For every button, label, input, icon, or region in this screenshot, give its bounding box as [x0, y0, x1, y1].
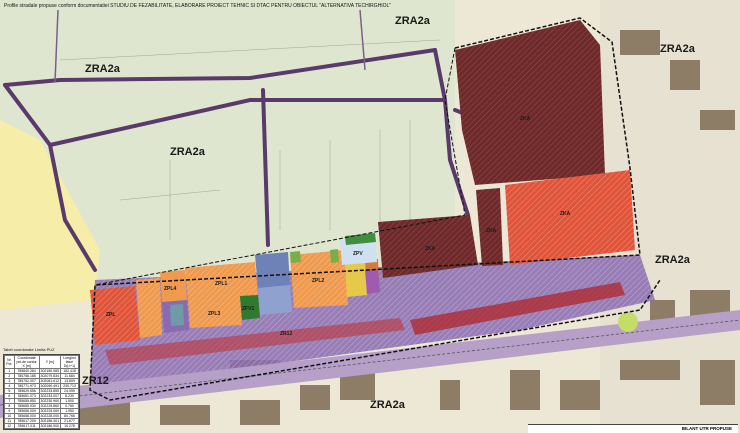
table-cell: 785752.007 [13, 378, 40, 384]
table-cell: 785756.186 [13, 373, 40, 379]
table-cell: 785617.209 [13, 418, 40, 424]
table-cell: 785840.284 [13, 368, 40, 374]
table-cell: 302228.000 [38, 413, 62, 419]
zka-block-north-hatch [455, 20, 605, 185]
legend-title: BILANT UTR PROPUSE [681, 426, 732, 431]
label-zr12: ZR12 [82, 375, 109, 387]
table-cell: 302079.834 [38, 373, 62, 379]
label-zra2a-mid: ZRA2a [170, 146, 206, 158]
table-cell: 302090.491 [38, 383, 62, 389]
coord-header-cell: Nr. Pct. [4, 355, 15, 369]
table-cell: 230.713 [60, 383, 79, 389]
map-canvas: ZRA2a ZRA2a ZRA2a ZRA2a ZRA2a ZRA2a ZR12… [0, 0, 740, 433]
label-zra2a-right: ZRA2a [655, 254, 691, 266]
table-cell: 785629.556 [13, 388, 40, 394]
table-cell: 302230.960 [38, 398, 62, 404]
label-zpv: ZPV [353, 251, 363, 257]
coord-header-cell: Coordonate pct.de contur X [m] [13, 355, 40, 369]
map-caption: Profile stradale propuse conform documen… [4, 3, 392, 9]
label-zpl3: ZPL3 [208, 311, 220, 317]
label-zra2a-far-right: ZRA2a [660, 43, 696, 55]
label-zra2a-top-left: ZRA2a [85, 63, 121, 75]
label-zpl-left: ZPL [106, 312, 115, 318]
legend-strip: BILANT UTR PROPUSE [528, 424, 738, 433]
label-zka-mid: ZKA [425, 246, 436, 252]
table-cell: 302081.612 [38, 378, 62, 384]
label-zka-right: ZKA [560, 211, 571, 217]
coord-table-header: Nr. Pct. Coordonate pct.de contur X [m] Y … [4, 355, 79, 369]
table-cell: 302229.069 [38, 408, 62, 414]
coord-table: Nr. Pct. Coordonate pct.de contur X [m] Y … [3, 354, 80, 430]
label-zka-main: ZKA [520, 116, 531, 122]
label-zra2a-bottom: ZRA2a [370, 399, 406, 411]
table-cell: 302186.301 [38, 418, 62, 424]
label-zfv1: ZFV1 [242, 306, 254, 312]
label-zpl4: ZPL4 [164, 286, 176, 292]
table-cell: 785655.850 [13, 398, 40, 404]
label-zpl2: ZPL2 [312, 278, 324, 284]
coord-header-cell: Lungimi laturi D(i,i+1) [60, 355, 79, 369]
label-zra2a-top-right: ZRA2a [395, 15, 431, 27]
plan-map: ZRA2a ZRA2a ZRA2a ZRA2a ZRA2a ZRA2a ZR12… [0, 0, 740, 433]
table-cell: 785771.973 [13, 383, 40, 389]
table-cell: 12 [4, 423, 15, 429]
table-row: 12 785617.011 302186.900 10.278 [4, 423, 79, 429]
table-cell: 302180.985 [38, 368, 62, 374]
green-roundabout [618, 312, 638, 332]
red-zone-east-hatch [505, 170, 635, 265]
table-cell: 10.278 [60, 423, 79, 429]
table-cell: 785656.009 [13, 408, 40, 414]
table-cell: 182.418 [60, 368, 79, 374]
table-cell: 302233.007 [38, 393, 62, 399]
green-strip-2 [330, 249, 339, 263]
table-cell: 785617.011 [13, 423, 40, 429]
label-zr-road: ZR12 [280, 331, 292, 337]
coord-table-body: 1 785840.284 302180.985 182.418 2 785756.186 3… [4, 368, 79, 429]
coord-table-title: Tabel coordonate Limita PUZ [3, 347, 55, 352]
table-cell: 302186.900 [38, 423, 62, 429]
coord-header-cell: Y [m] [38, 355, 62, 369]
table-cell: 302229.860 [38, 403, 62, 409]
label-zka-narrow: ZKA [486, 228, 497, 234]
table-cell: 302233.855 [38, 388, 62, 394]
label-zpl1: ZPL1 [215, 281, 227, 287]
table-cell: 785651.073 [13, 393, 40, 399]
table-cell: 785658.000 [13, 413, 40, 419]
table-cell: 785655.930 [13, 403, 40, 409]
green-strip [290, 251, 301, 263]
